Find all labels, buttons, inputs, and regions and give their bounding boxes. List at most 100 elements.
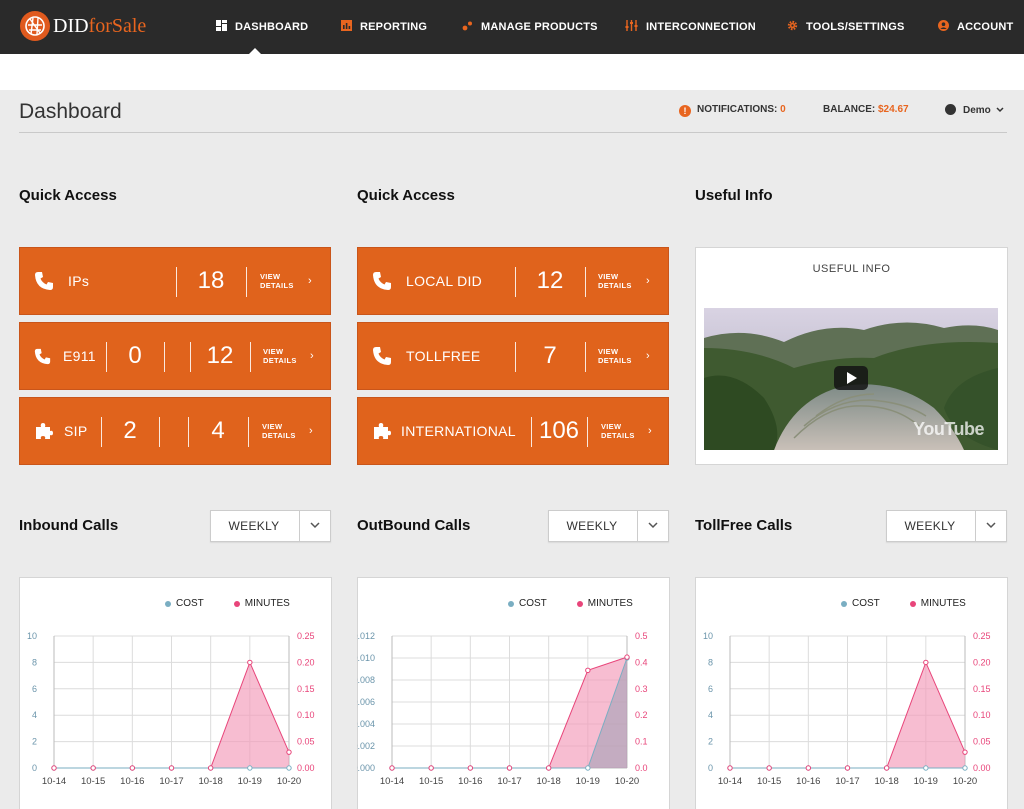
cost-point bbox=[962, 765, 968, 771]
nav-interconnection[interactable]: INTERCONNECTION bbox=[625, 0, 756, 54]
x-tick-label: 10-16 bbox=[458, 776, 482, 787]
legend-minutes[interactable]: MINUTES bbox=[909, 598, 966, 609]
legend-minutes[interactable]: MINUTES bbox=[576, 598, 633, 609]
legend-cost[interactable]: COST bbox=[508, 598, 547, 609]
x-tick-label: 10-14 bbox=[42, 776, 66, 787]
nav-reporting-label: REPORTING bbox=[360, 21, 428, 33]
card-label: LOCAL DID bbox=[406, 273, 483, 289]
useful-info-card: USEFUL INFO YouTube bbox=[695, 247, 1008, 465]
y-left-tick-label: 0 bbox=[708, 763, 713, 773]
video-thumbnail[interactable]: YouTube bbox=[704, 308, 998, 450]
chevron-down-icon bbox=[310, 522, 320, 529]
inbound-period-select[interactable]: WEEKLY bbox=[210, 510, 331, 542]
x-tick-label: 10-20 bbox=[953, 776, 977, 787]
cost-point bbox=[247, 765, 253, 771]
minutes-point bbox=[467, 765, 474, 771]
inbound-calls-chart: 0 2 4 6 8 10 10-14 10-15 10-16 10-17 10-18 10-19 10-… bbox=[27, 631, 315, 787]
brand-logo[interactable]: DIDforSale bbox=[20, 11, 146, 41]
user-circle-icon bbox=[938, 20, 949, 34]
period-value: WEEKLY bbox=[904, 519, 956, 533]
view-details-line2: DETAILS bbox=[598, 281, 632, 290]
divider bbox=[587, 417, 588, 447]
x-tick-label: 10-14 bbox=[380, 776, 404, 787]
chevron-down-icon bbox=[648, 522, 658, 529]
quick-access-card-ips[interactable]: IPs 18 VIEW DETAILS › bbox=[19, 247, 331, 315]
nav-account[interactable]: ACCOUNT bbox=[938, 0, 1013, 54]
chevron-right-icon: › bbox=[648, 425, 652, 437]
dropdown-toggle[interactable] bbox=[975, 511, 1006, 541]
notifications-count: 0 bbox=[780, 104, 786, 115]
y-right-tick-label: 0.0 bbox=[635, 763, 648, 773]
puzzle-icon bbox=[34, 398, 54, 464]
card-count: 2 bbox=[123, 417, 137, 444]
minutes-point bbox=[129, 765, 136, 771]
y-left-tick-label: 10 bbox=[27, 631, 37, 641]
minutes-point bbox=[389, 765, 395, 771]
x-tick-label: 10-18 bbox=[537, 776, 561, 787]
minutes-point bbox=[766, 765, 772, 771]
quick-access-card-international[interactable]: INTERNATIONAL 106 VIEW DETAILS › bbox=[357, 397, 669, 465]
nav-manage-products[interactable]: MANAGE PRODUCTS bbox=[462, 0, 598, 54]
view-details-line2: DETAILS bbox=[260, 281, 294, 290]
y-right-tick-label: 0.15 bbox=[297, 684, 315, 694]
tollfree-period-select[interactable]: WEEKLY bbox=[886, 510, 1007, 542]
view-details-link[interactable]: VIEW DETAILS bbox=[598, 248, 632, 314]
dropdown-toggle[interactable] bbox=[637, 511, 668, 541]
y-right-tick-label: 0.2 bbox=[635, 710, 648, 720]
view-details-link[interactable]: VIEW DETAILS bbox=[263, 323, 297, 389]
balance-value: $24.67 bbox=[878, 104, 909, 115]
y-left-tick-label: 10 bbox=[703, 631, 713, 641]
chevron-right-icon: › bbox=[310, 350, 314, 362]
view-details-link[interactable]: VIEW DETAILS bbox=[260, 248, 294, 314]
minutes-dot-icon bbox=[233, 600, 240, 607]
legend-cost-label: COST bbox=[176, 598, 204, 609]
top-navbar: DIDforSale DASHBOARD REPORTING MANAGE PR… bbox=[0, 0, 1024, 54]
quick-access-card-local-did[interactable]: LOCAL DID 12 VIEW DETAILS › bbox=[357, 247, 669, 315]
view-details-line1: VIEW bbox=[262, 422, 283, 431]
y-right-tick-label: 0.00 bbox=[973, 763, 991, 773]
play-button-icon[interactable] bbox=[834, 366, 868, 390]
legend-cost-label: COST bbox=[852, 598, 880, 609]
user-menu[interactable]: Demo bbox=[945, 104, 1004, 116]
x-tick-label: 10-19 bbox=[238, 776, 262, 787]
legend-minutes[interactable]: MINUTES bbox=[233, 598, 290, 609]
view-details-link[interactable]: VIEW DETAILS bbox=[598, 323, 632, 389]
minutes-point bbox=[727, 765, 733, 771]
card-count: 18 bbox=[197, 267, 225, 294]
dropdown-toggle[interactable] bbox=[299, 511, 330, 541]
nav-dashboard[interactable]: DASHBOARD bbox=[216, 0, 308, 54]
view-details-link[interactable]: VIEW DETAILS bbox=[601, 398, 635, 464]
phone-icon bbox=[372, 248, 392, 314]
minutes-point bbox=[545, 765, 552, 771]
quick-access-card-tollfree[interactable]: TOLLFREE 7 VIEW DETAILS › bbox=[357, 322, 669, 390]
notifications-label: NOTIFICATIONS: bbox=[697, 104, 778, 115]
period-value: WEEKLY bbox=[228, 519, 280, 533]
minutes-point bbox=[51, 765, 57, 771]
x-tick-label: 10-14 bbox=[718, 776, 742, 787]
y-right-tick-label: 0.15 bbox=[973, 684, 991, 694]
nav-reporting[interactable]: REPORTING bbox=[341, 0, 427, 54]
y-right-tick-label: 0.4 bbox=[635, 657, 648, 667]
notifications-link[interactable]: ! NOTIFICATIONS: 0 bbox=[679, 104, 786, 117]
cost-point bbox=[286, 765, 292, 771]
legend-cost[interactable]: COST bbox=[165, 598, 204, 609]
x-tick-label: 10-17 bbox=[159, 776, 183, 787]
divider bbox=[246, 267, 247, 297]
view-details-link[interactable]: VIEW DETAILS bbox=[262, 398, 296, 464]
legend-minutes-label: MINUTES bbox=[587, 598, 633, 609]
outbound-period-select[interactable]: WEEKLY bbox=[548, 510, 669, 542]
y-left-tick-label: 2 bbox=[32, 737, 37, 747]
legend-cost[interactable]: COST bbox=[841, 598, 880, 609]
y-left-tick-label: 6 bbox=[32, 684, 37, 694]
header-divider bbox=[19, 132, 1007, 133]
nav-tools-settings[interactable]: TOOLS/SETTINGS bbox=[787, 0, 905, 54]
y-right-tick-label: 0.05 bbox=[297, 737, 315, 747]
minutes-point bbox=[585, 667, 591, 674]
subheader-bar bbox=[0, 54, 1024, 90]
outbound-calls-chart: 0.000 0.002 0.004 0.006 0.008 0.010 0.012 10-14… bbox=[357, 631, 648, 787]
minutes-point bbox=[90, 765, 96, 771]
quick-access-card-e911[interactable]: E911 0 12 VIEW DETAILS › bbox=[19, 322, 331, 390]
y-left-tick-label: 0.012 bbox=[357, 631, 375, 641]
quick-access-card-sip[interactable]: SIP 2 4 VIEW DETAILS › bbox=[19, 397, 331, 465]
period-value: WEEKLY bbox=[566, 519, 618, 533]
